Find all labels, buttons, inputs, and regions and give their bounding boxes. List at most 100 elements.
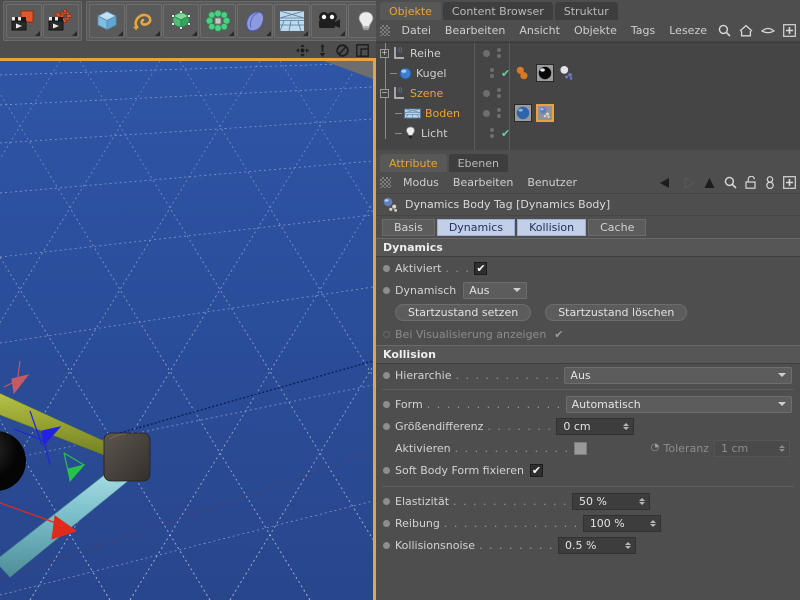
panel-grip-icon[interactable] xyxy=(380,177,391,188)
perspective-viewport[interactable] xyxy=(0,58,376,600)
enabled-check-icon[interactable]: ✔ xyxy=(501,67,510,80)
search-icon[interactable] xyxy=(714,24,735,37)
deformer-icon[interactable] xyxy=(237,4,273,38)
param-bullet-icon[interactable] xyxy=(383,400,390,408)
object-row-szene[interactable]: − 0 Szene xyxy=(376,83,474,103)
menu-datei[interactable]: Datei xyxy=(395,20,438,42)
row-aktiviert[interactable]: Aktiviert . . . ✔ xyxy=(376,257,800,279)
menu-tags[interactable]: Tags xyxy=(624,20,662,42)
number-reibung[interactable]: 100 % xyxy=(582,514,661,532)
row-bei-visualisierung[interactable]: Bei Visualisierung anzeigen ✔ xyxy=(376,323,800,345)
expander-icon[interactable]: − xyxy=(380,88,389,98)
row-kollisionsnoise[interactable]: Kollisionsnoise . . . . . . . . 0.5 % xyxy=(376,534,800,556)
tab-attribute[interactable]: Attribute xyxy=(380,154,447,172)
number-elastizitaet[interactable]: 50 % xyxy=(571,492,650,510)
dynamics-tag-orange-icon[interactable] xyxy=(514,64,532,82)
set-initial-state-button[interactable]: Startzustand setzen xyxy=(395,303,532,321)
tab-content-browser[interactable]: Content Browser xyxy=(442,2,553,20)
row-reibung[interactable]: Reibung . . . . . . . . . . . . . . 100 … xyxy=(376,512,800,534)
panel-grip-icon[interactable] xyxy=(380,25,390,36)
eye-icon[interactable] xyxy=(757,25,779,36)
param-bullet-icon[interactable] xyxy=(383,264,390,272)
clear-initial-state-button[interactable]: Startzustand löschen xyxy=(545,303,688,321)
number-kollisionsnoise[interactable]: 0.5 % xyxy=(558,536,636,554)
layout-icon[interactable] xyxy=(356,43,369,57)
visibility-dot-icon[interactable] xyxy=(483,49,490,57)
menu-objekte[interactable]: Objekte xyxy=(567,20,624,42)
render-dots-icon[interactable] xyxy=(497,88,501,98)
visibility-row[interactable]: ✔ xyxy=(475,63,510,83)
spline-icon[interactable] xyxy=(126,4,162,38)
cube-primitive-icon[interactable] xyxy=(89,4,125,38)
spinner-icon[interactable] xyxy=(623,422,630,430)
spinner-icon[interactable] xyxy=(625,541,632,549)
spinner-icon[interactable] xyxy=(649,519,657,527)
row-form[interactable]: Form . . . . . . . . . . . . . . Automat… xyxy=(376,393,800,415)
visibility-row[interactable]: ✔ xyxy=(475,123,510,143)
menu-bearbeiten[interactable]: Bearbeiten xyxy=(438,20,512,42)
checkbox-aktivieren[interactable] xyxy=(573,441,587,455)
search-icon[interactable] xyxy=(720,176,741,189)
object-row-kugel[interactable]: Kugel xyxy=(376,63,474,83)
row-dynamisch[interactable]: Dynamisch Aus xyxy=(376,279,800,301)
param-bullet-icon[interactable] xyxy=(383,466,390,474)
render-dots-icon[interactable] xyxy=(490,128,494,138)
menu-modus[interactable]: Modus xyxy=(396,172,446,194)
tab-struktur[interactable]: Struktur xyxy=(554,2,618,20)
number-toleranz[interactable]: 1 cm xyxy=(713,439,790,457)
param-tab-cache[interactable]: Cache xyxy=(588,218,647,236)
row-aktivieren-toleranz[interactable]: Aktivieren . . . . . . . . . . . . ◔ Tol… xyxy=(376,437,800,459)
row-hierarchie[interactable]: Hierarchie . . . . . . . . . . . Aus xyxy=(376,364,800,386)
menu-benutzer[interactable]: Benutzer xyxy=(520,172,584,194)
tab-objekte[interactable]: Objekte xyxy=(380,2,441,20)
param-bullet-icon[interactable] xyxy=(383,330,390,338)
menu-ansicht[interactable]: Ansicht xyxy=(512,20,567,42)
checkbox-soft-body-form-fixieren[interactable]: ✔ xyxy=(529,463,543,477)
nurbs-icon[interactable] xyxy=(163,4,199,38)
object-row-licht[interactable]: Licht xyxy=(376,123,474,143)
param-tab-kollision[interactable]: Kollision xyxy=(517,218,587,236)
scale-axis-icon[interactable] xyxy=(316,43,329,57)
tag-row-kugel[interactable] xyxy=(510,63,800,83)
number-groessendifferenz[interactable]: 0 cm xyxy=(556,417,635,435)
camera-icon[interactable] xyxy=(311,4,347,38)
spinner-icon[interactable] xyxy=(778,444,786,452)
dynamics-body-tag-selected-icon[interactable] xyxy=(536,104,554,122)
row-groessendifferenz[interactable]: Größendifferenz . . . . . . . 0 cm xyxy=(376,415,800,437)
param-bullet-icon[interactable] xyxy=(383,286,390,294)
object-row-boden[interactable]: Boden xyxy=(376,103,474,123)
expander-icon[interactable]: + xyxy=(380,48,389,58)
material-tag-blue-icon[interactable] xyxy=(514,104,532,122)
menu-bearbeiten[interactable]: Bearbeiten xyxy=(446,172,520,194)
unlock-icon[interactable] xyxy=(741,176,761,189)
floor-scene-icon[interactable] xyxy=(274,4,310,38)
param-bullet-icon[interactable] xyxy=(383,497,390,505)
user-icon[interactable] xyxy=(761,176,779,189)
array-icon[interactable] xyxy=(200,4,236,38)
dropdown-form[interactable]: Automatisch xyxy=(565,395,792,413)
back-arrow-icon[interactable] xyxy=(655,177,677,189)
forward-arrow-icon[interactable] xyxy=(677,176,699,189)
render-dots-icon[interactable] xyxy=(490,68,494,78)
rotate-axis-icon[interactable] xyxy=(336,43,349,57)
plus-box-icon[interactable] xyxy=(779,24,800,37)
plus-box-icon[interactable] xyxy=(779,176,800,189)
row-soft-body-form-fixieren[interactable]: Soft Body Form fixieren ✔ xyxy=(376,459,800,481)
spinner-icon[interactable] xyxy=(638,497,646,505)
row-elastizitaet[interactable]: Elastizität . . . . . . . . . . . . 50 % xyxy=(376,490,800,512)
render-settings-icon[interactable] xyxy=(43,4,79,38)
menu-leseze[interactable]: Leseze xyxy=(662,20,714,42)
object-row-reihe[interactable]: + 0 Reihe xyxy=(376,43,474,63)
enabled-check-icon[interactable]: ✔ xyxy=(501,127,510,140)
checkbox-bei-visualisierung[interactable]: ✔ xyxy=(552,328,565,341)
param-bullet-icon[interactable] xyxy=(383,519,390,527)
checkbox-aktiviert[interactable]: ✔ xyxy=(474,261,488,275)
dropdown-dynamisch[interactable]: Aus xyxy=(463,281,528,299)
render-dots-icon[interactable] xyxy=(497,48,501,58)
dynamics-body-tag-icon[interactable] xyxy=(558,64,576,82)
render-dots-icon[interactable] xyxy=(497,108,501,118)
visibility-row[interactable] xyxy=(475,83,509,103)
object-manager[interactable]: + 0 Reihe Kugel − 0 Szene Boden Licht ✔ … xyxy=(376,42,800,150)
visibility-row[interactable] xyxy=(475,43,509,63)
param-bullet-icon[interactable] xyxy=(383,371,390,379)
